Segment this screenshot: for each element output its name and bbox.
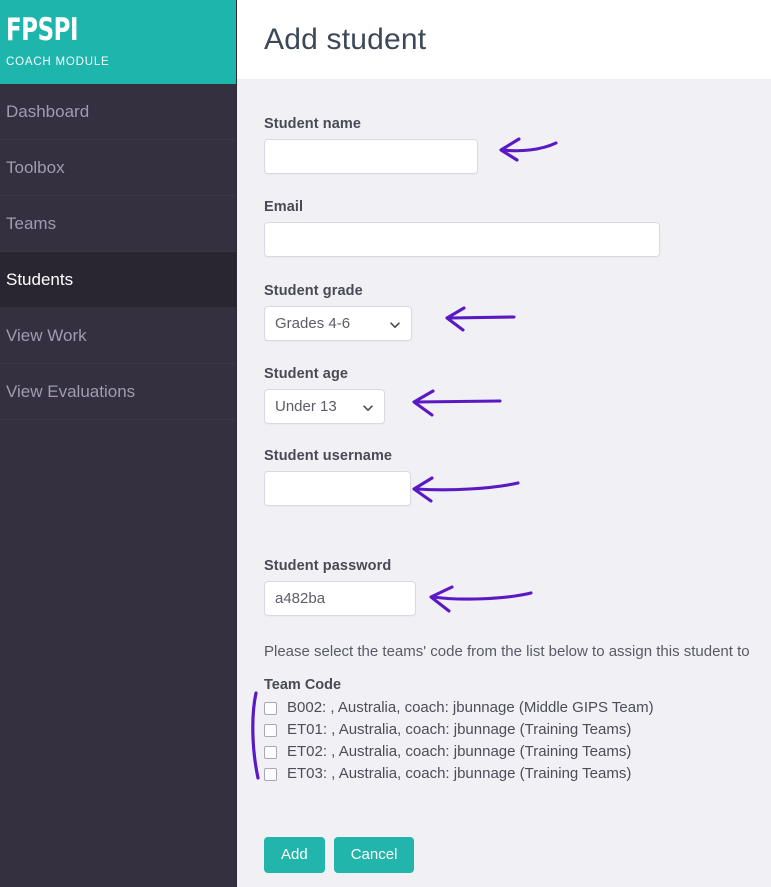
team-code-label: ET01: , Australia, coach: jbunnage (Trai…: [287, 721, 632, 738]
student-age-group: Student age Under 13: [264, 366, 385, 424]
student-grade-select[interactable]: Grades 4-6: [264, 306, 412, 341]
team-code-label: ET02: , Australia, coach: jbunnage (Trai…: [287, 743, 632, 760]
student-age-value: Under 13: [275, 398, 337, 415]
team-code-label: B002: , Australia, coach: jbunnage (Midd…: [287, 699, 654, 716]
brand-subtitle: COACH MODULE: [6, 56, 110, 68]
sidebar-item-label: Dashboard: [6, 101, 90, 121]
sidebar-item-view-work[interactable]: View Work: [0, 308, 236, 364]
checkbox-icon[interactable]: [264, 767, 277, 781]
sidebar-item-students[interactable]: Students: [0, 252, 236, 308]
fpspi-logo: FPSPI: [6, 12, 79, 48]
team-code-row[interactable]: B002: , Australia, coach: jbunnage (Midd…: [264, 697, 654, 719]
add-student-form: Student name Email Student grade Grades …: [237, 80, 771, 873]
form-actions: Add Cancel: [264, 837, 415, 873]
page-title: Add student: [264, 23, 427, 56]
student-username-group: Student username: [264, 448, 411, 506]
team-assign-instruction: Please select the teams' code from the l…: [264, 643, 750, 660]
checkbox-icon[interactable]: [264, 745, 277, 759]
chevron-down-icon: [389, 318, 401, 330]
team-code-row[interactable]: ET03: , Australia, coach: jbunnage (Trai…: [264, 763, 654, 785]
student-password-input[interactable]: [264, 581, 416, 616]
checkbox-icon[interactable]: [264, 723, 277, 737]
brand-header: FPSPI COACH MODULE: [0, 0, 236, 84]
sidebar-item-label: View Work: [6, 325, 87, 345]
sidebar-item-label: Students: [6, 269, 74, 289]
student-age-select[interactable]: Under 13: [264, 389, 385, 424]
sidebar-item-label: View Evaluations: [6, 381, 136, 401]
student-name-label: Student name: [264, 116, 362, 132]
sidebar-item-view-evaluations[interactable]: View Evaluations: [0, 364, 236, 420]
page-header: Add student: [237, 0, 771, 80]
sidebar: FPSPI COACH MODULE Dashboard Toolbox Tea…: [0, 0, 237, 887]
student-grade-value: Grades 4-6: [275, 315, 351, 332]
student-username-label: Student username: [264, 448, 393, 464]
sidebar-item-label: Toolbox: [6, 157, 65, 177]
add-button[interactable]: Add: [264, 837, 325, 873]
student-age-label: Student age: [264, 366, 349, 382]
team-code-list: B002: , Australia, coach: jbunnage (Midd…: [264, 697, 654, 785]
email-label: Email: [264, 199, 304, 215]
cancel-button[interactable]: Cancel: [333, 837, 415, 873]
student-name-input[interactable]: [264, 139, 478, 174]
team-code-row[interactable]: ET01: , Australia, coach: jbunnage (Trai…: [264, 719, 654, 741]
team-code-label: ET03: , Australia, coach: jbunnage (Trai…: [287, 765, 632, 782]
email-input[interactable]: [264, 222, 660, 257]
sidebar-item-label: Teams: [6, 213, 57, 233]
email-group: Email: [264, 199, 660, 257]
sidebar-item-teams[interactable]: Teams: [0, 196, 236, 252]
page-root: FPSPI COACH MODULE Dashboard Toolbox Tea…: [0, 0, 771, 887]
sidebar-item-dashboard[interactable]: Dashboard: [0, 84, 236, 140]
team-code-row[interactable]: ET02: , Australia, coach: jbunnage (Trai…: [264, 741, 654, 763]
student-password-label: Student password: [264, 558, 392, 574]
student-grade-label: Student grade: [264, 283, 363, 299]
student-name-group: Student name: [264, 116, 478, 174]
chevron-down-icon: [362, 401, 374, 413]
main-content: Add student Student name Email Student g…: [237, 0, 771, 887]
sidebar-item-toolbox[interactable]: Toolbox: [0, 140, 236, 196]
student-password-group: Student password: [264, 558, 416, 616]
checkbox-icon[interactable]: [264, 701, 277, 715]
student-username-input[interactable]: [264, 471, 411, 506]
team-code-heading: Team Code: [264, 677, 342, 693]
student-grade-group: Student grade Grades 4-6: [264, 283, 412, 341]
